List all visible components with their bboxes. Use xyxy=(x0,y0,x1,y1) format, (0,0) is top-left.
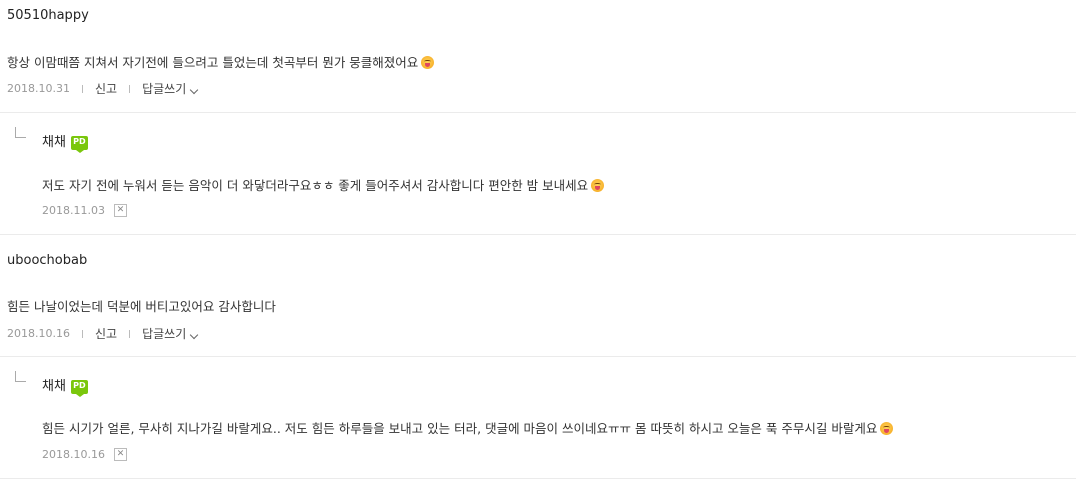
comment-item: 50510happy 항상 이맘때쯤 지쳐서 자기전에 들으려고 틀었는데 첫곡… xyxy=(0,0,1076,113)
reply-date: 2018.10.16 xyxy=(42,448,105,461)
pd-badge-icon: PD xyxy=(70,379,88,397)
reply-text: 저도 자기 전에 누워서 듣는 음악이 더 와닿더라구요ㅎㅎ 좋게 들어주셔서 … xyxy=(42,175,605,194)
reply-text-body: 힘든 시기가 얼른, 무사히 지나가길 바랄게요.. 저도 힘든 하루들을 보내… xyxy=(42,421,878,436)
reply-author-row: 채채 PD xyxy=(42,375,88,397)
reply-arrow-icon xyxy=(15,371,26,382)
reply-button[interactable]: 답글쓰기 xyxy=(142,325,199,342)
reply-text-body: 저도 자기 전에 누워서 듣는 음악이 더 와닿더라구요ㅎㅎ 좋게 들어주셔서 … xyxy=(42,178,589,193)
reply-date: 2018.11.03 xyxy=(42,204,105,217)
comment-meta: 2018.10.31 신고 답글쓰기 xyxy=(7,80,199,97)
reply-meta: 2018.11.03 ✕ xyxy=(42,204,127,217)
reply-item: 채채 PD 힘든 시기가 얼른, 무사히 지나가길 바랄게요.. 저도 힘든 하루… xyxy=(0,357,1076,479)
reply-button-label: 답글쓰기 xyxy=(142,327,187,341)
comment-text-body: 항상 이맘때쯤 지쳐서 자기전에 들으려고 틀었는데 첫곡부터 뭔가 뭉클해졌어… xyxy=(7,55,419,70)
comment-text: 항상 이맘때쯤 지쳐서 자기전에 들으려고 틀었는데 첫곡부터 뭔가 뭉클해졌어… xyxy=(7,52,435,71)
reply-button-label: 답글쓰기 xyxy=(142,82,187,96)
smiling-face-icon xyxy=(880,422,894,435)
report-button[interactable]: 신고 xyxy=(95,80,117,97)
comment-meta: 2018.10.16 신고 답글쓰기 xyxy=(7,325,199,342)
comment-date: 2018.10.16 xyxy=(7,327,70,340)
x-delete-icon[interactable]: ✕ xyxy=(113,448,127,461)
chevron-down-icon xyxy=(190,330,199,340)
comment-date: 2018.10.31 xyxy=(7,82,70,95)
reply-item: 채채 PD 저도 자기 전에 누워서 듣는 음악이 더 와닿더라구요ㅎㅎ 좋게 들… xyxy=(0,113,1076,235)
x-delete-icon[interactable]: ✕ xyxy=(113,204,127,217)
meta-divider xyxy=(81,329,83,338)
pd-badge-icon: PD xyxy=(70,135,88,153)
comment-author[interactable]: uboochobab xyxy=(7,253,87,268)
reply-author-row: 채채 PD xyxy=(42,131,88,153)
comment-author[interactable]: 50510happy xyxy=(7,8,89,23)
reply-text: 힘든 시기가 얼른, 무사히 지나가길 바랄게요.. 저도 힘든 하루들을 보내… xyxy=(42,418,894,437)
smiling-face-icon xyxy=(591,179,605,192)
reply-meta: 2018.10.16 ✕ xyxy=(42,448,127,461)
meta-divider xyxy=(129,329,131,338)
reply-button[interactable]: 답글쓰기 xyxy=(142,80,199,97)
reply-arrow-icon xyxy=(15,127,26,138)
chevron-down-icon xyxy=(190,85,199,95)
smiling-face-icon xyxy=(421,56,435,69)
meta-divider xyxy=(129,84,131,93)
comment-text: 힘든 나날이었는데 덕분에 버티고있어요 감사합니다 xyxy=(7,299,276,314)
report-button[interactable]: 신고 xyxy=(95,325,117,342)
reply-author[interactable]: 채채 xyxy=(42,135,66,150)
reply-author[interactable]: 채채 xyxy=(42,379,66,394)
meta-divider xyxy=(81,84,83,93)
comment-item: uboochobab 힘든 나날이었는데 덕분에 버티고있어요 감사합니다 20… xyxy=(0,235,1076,357)
